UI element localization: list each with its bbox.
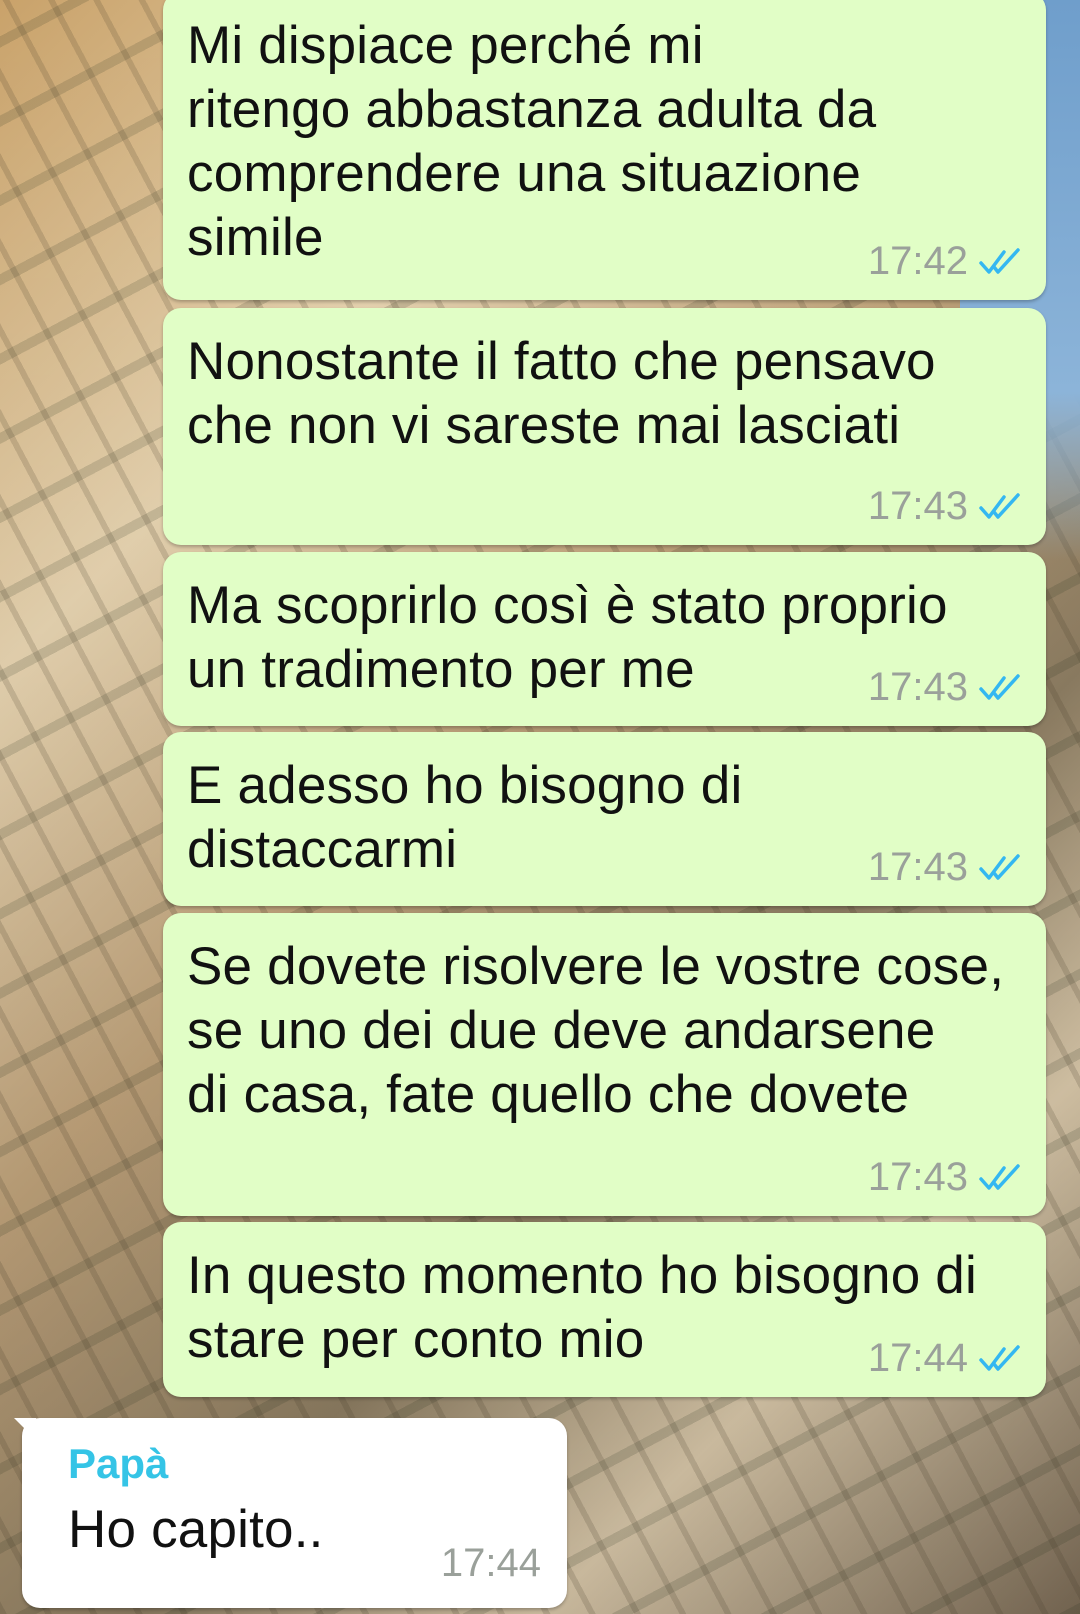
message-text: Mi dispiace perché mi ritengo abbastanza… [187, 16, 877, 267]
message-meta: 17:43 [868, 845, 1024, 890]
message-meta: 17:44 [868, 1336, 1024, 1381]
message-bubble-incoming[interactable]: Papà Ho capito.. 17:44 [14, 1418, 567, 1608]
message-meta: 17:44 [441, 1541, 541, 1586]
message-text: Se dovete risolvere le vostre cose, se u… [187, 937, 1005, 1124]
message-bubble-outgoing[interactable]: Mi dispiace perché mi ritengo abbastanza… [163, 0, 1046, 300]
message-time: 17:43 [867, 665, 968, 709]
message-meta: 17:43 [868, 484, 1024, 529]
message-meta: 17:42 [868, 239, 1024, 284]
message-time: 17:43 [867, 484, 968, 528]
message-bubble-outgoing[interactable]: Ma scoprirlo così è stato proprio un tra… [163, 552, 1046, 726]
message-time: 17:43 [867, 845, 968, 889]
conversation-view[interactable]: Mi dispiace perché mi ritengo abbastanza… [0, 0, 1080, 1614]
double-check-icon [979, 1344, 1020, 1371]
double-check-icon [979, 853, 1020, 880]
double-check-icon [979, 247, 1020, 274]
double-check-icon [979, 1163, 1020, 1190]
message-time: 17:44 [867, 1336, 968, 1380]
message-bubble-outgoing[interactable]: Nonostante il fatto che pensavo che non … [163, 308, 1046, 545]
sender-name[interactable]: Papà [68, 1440, 541, 1488]
message-bubble-outgoing[interactable]: Se dovete risolvere le vostre cose, se u… [163, 913, 1046, 1216]
message-bubble-outgoing[interactable]: E adesso ho bisogno di distaccarmi 17:43 [163, 732, 1046, 906]
message-meta: 17:43 [868, 1155, 1024, 1200]
message-bubble-outgoing[interactable]: In questo momento ho bisogno di stare pe… [163, 1222, 1046, 1397]
message-time: 17:43 [867, 1155, 968, 1199]
message-meta: 17:43 [868, 665, 1024, 710]
message-text: Nonostante il fatto che pensavo che non … [187, 332, 936, 455]
double-check-icon [979, 673, 1020, 700]
double-check-icon [979, 492, 1020, 519]
message-time: 17:42 [867, 239, 968, 283]
message-time: 17:44 [440, 1541, 541, 1585]
